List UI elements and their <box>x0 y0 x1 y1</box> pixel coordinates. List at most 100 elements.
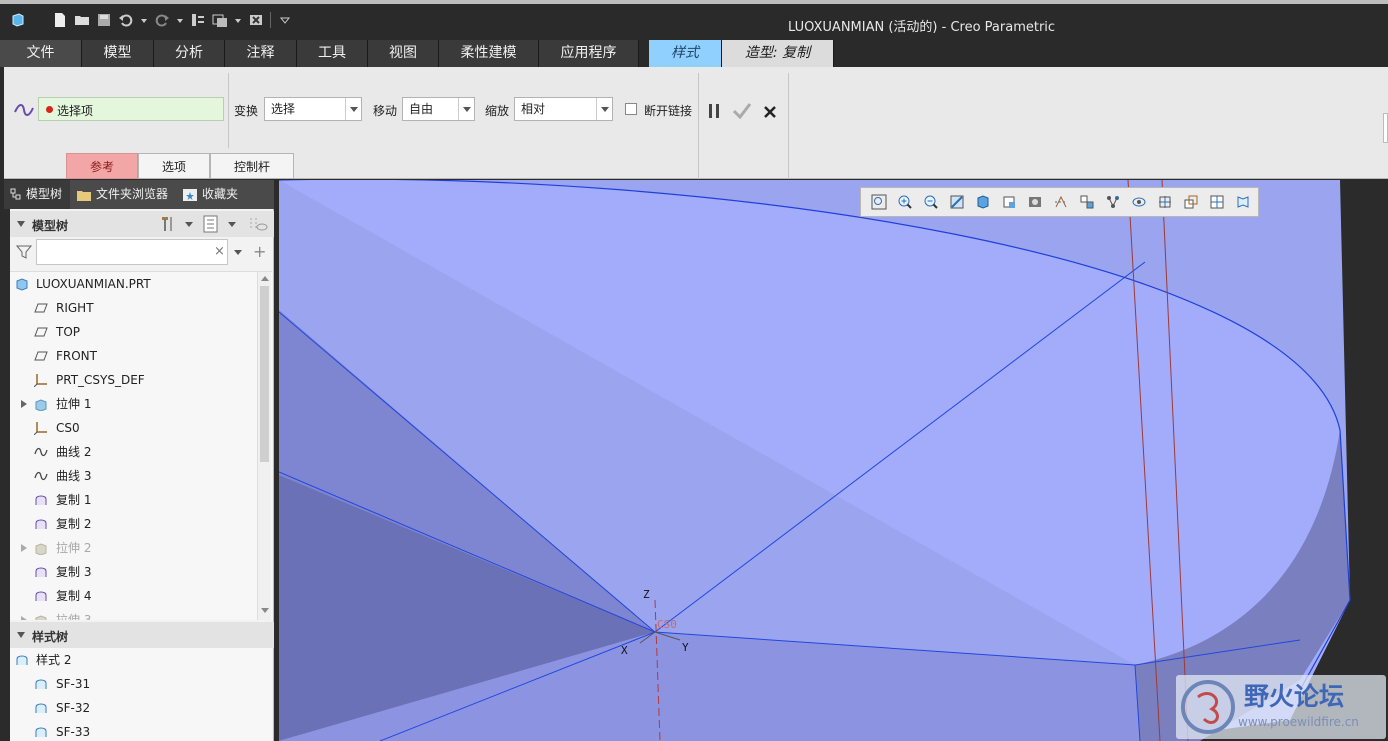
csys-display-icon[interactable] <box>1230 191 1256 213</box>
tab-file[interactable]: 文件 <box>0 40 82 67</box>
tree-scrollbar[interactable] <box>257 272 271 620</box>
expand-icon[interactable] <box>21 616 27 620</box>
customize-toolbar-icon[interactable] <box>277 12 293 28</box>
display-style-icon[interactable] <box>970 191 996 213</box>
hide-icon[interactable] <box>248 215 268 233</box>
pause-icon[interactable] <box>707 103 721 119</box>
list-item[interactable]: 样式 2 <box>10 648 256 672</box>
close-icon[interactable] <box>763 105 777 119</box>
filter-input[interactable]: × <box>36 239 228 265</box>
list-item[interactable]: SF-31 <box>10 672 256 696</box>
separator <box>228 73 229 148</box>
list-item[interactable]: SF-32 <box>10 696 256 720</box>
extrude-icon <box>35 399 47 411</box>
ribbon-panel: 选择项 变换 选择 移动 自由 缩放 相对 断开链接 参考 选项 控制杆 <box>4 67 1388 179</box>
move-select[interactable]: 自由 <box>402 97 475 121</box>
scroll-up-icon[interactable] <box>261 276 269 281</box>
view-manager-icon[interactable] <box>1022 191 1048 213</box>
chevron-down-icon[interactable] <box>185 222 193 227</box>
save-icon[interactable] <box>96 12 112 28</box>
undo-icon[interactable] <box>118 12 134 28</box>
show-list-icon[interactable] <box>203 215 219 233</box>
datum-plane-icon <box>34 303 48 313</box>
settings-tools-icon[interactable] <box>160 215 178 233</box>
tab-model-tree[interactable]: 模型树 <box>4 180 71 209</box>
list-item[interactable]: 复制 2 <box>10 512 256 536</box>
close-window-icon[interactable] <box>248 12 264 28</box>
tab-model[interactable]: 模型 <box>82 40 154 67</box>
check-icon[interactable] <box>732 102 752 120</box>
point-display-icon[interactable] <box>1204 191 1230 213</box>
subtab-options[interactable]: 选项 <box>138 153 210 179</box>
transform-select[interactable]: 选择 <box>264 97 362 121</box>
list-item[interactable]: RIGHT <box>10 296 256 320</box>
dropdown-arrow-icon[interactable] <box>234 12 242 28</box>
saved-orientations-icon[interactable] <box>996 191 1022 213</box>
list-item[interactable]: 拉伸 1 <box>10 392 256 416</box>
list-item[interactable]: SF-33 <box>10 720 256 741</box>
plane-display-icon[interactable] <box>1152 191 1178 213</box>
datum-display-icon[interactable] <box>1048 191 1074 213</box>
list-item[interactable]: 曲线 3 <box>10 464 256 488</box>
list-item[interactable]: CS0 <box>10 416 256 440</box>
dropdown-arrow-icon[interactable] <box>176 12 184 28</box>
scrollbar-thumb[interactable] <box>260 286 269 462</box>
extrude-icon <box>35 543 47 555</box>
collapse-icon[interactable] <box>17 632 25 638</box>
list-item[interactable]: 复制 3 <box>10 560 256 584</box>
refit-icon[interactable] <box>866 191 892 213</box>
tab-flexible-modeling[interactable]: 柔性建模 <box>439 40 539 67</box>
scroll-down-icon[interactable] <box>261 608 269 613</box>
scale-select[interactable]: 相对 <box>514 97 613 121</box>
dropdown-arrow-icon[interactable] <box>140 12 148 28</box>
list-item[interactable]: 拉伸 3 <box>10 608 256 620</box>
break-link-checkbox[interactable] <box>625 103 637 115</box>
expand-icon[interactable] <box>21 544 27 552</box>
zoom-out-icon[interactable] <box>918 191 944 213</box>
tab-annotate[interactable]: 注释 <box>225 40 297 67</box>
list-item[interactable]: PRT_CSYS_DEF <box>10 368 256 392</box>
chevron-down-icon[interactable] <box>234 250 242 255</box>
chevron-down-icon[interactable] <box>228 222 236 227</box>
list-item[interactable]: 曲线 2 <box>10 440 256 464</box>
list-item[interactable]: TOP <box>10 320 256 344</box>
zoom-in-icon[interactable] <box>892 191 918 213</box>
tab-analysis[interactable]: 分析 <box>154 40 225 67</box>
ribbon-scroll-handle[interactable] <box>1383 113 1388 143</box>
copy-surface-icon <box>35 495 47 505</box>
windows-icon[interactable] <box>212 12 228 28</box>
list-item[interactable]: 复制 1 <box>10 488 256 512</box>
tab-style-copy[interactable]: 造型: 复制 <box>722 40 834 67</box>
redo-icon[interactable] <box>154 12 170 28</box>
filter-icon[interactable] <box>16 244 32 260</box>
list-item[interactable]: FRONT <box>10 344 256 368</box>
tab-folder-browser[interactable]: 文件夹浏览器 <box>70 180 177 209</box>
collapse-icon[interactable] <box>17 221 25 227</box>
list-item[interactable]: 拉伸 2 <box>10 536 256 560</box>
open-folder-icon[interactable] <box>74 12 90 28</box>
model-geometry[interactable] <box>279 180 1388 741</box>
subtab-references[interactable]: 参考 <box>66 153 138 179</box>
annotation-display-icon[interactable] <box>1100 191 1126 213</box>
list-item[interactable]: LUOXUANMIAN.PRT <box>10 272 256 296</box>
tab-style[interactable]: 样式 <box>649 40 722 67</box>
tab-applications[interactable]: 应用程序 <box>539 40 639 67</box>
tab-tools[interactable]: 工具 <box>297 40 368 67</box>
tab-view[interactable]: 视图 <box>368 40 439 67</box>
subtab-control-bar[interactable]: 控制杆 <box>210 153 294 179</box>
list-item[interactable]: 复制 4 <box>10 584 256 608</box>
app-icon[interactable] <box>10 12 26 28</box>
regenerate-icon[interactable] <box>190 12 206 28</box>
clear-filter-icon[interactable]: × <box>214 244 225 259</box>
new-file-icon[interactable] <box>52 12 68 28</box>
axis-display-icon[interactable] <box>1178 191 1204 213</box>
expand-icon[interactable] <box>21 400 27 408</box>
graphics-viewport[interactable]: Z CS0 X Y <box>279 180 1388 741</box>
perspective-icon[interactable] <box>1126 191 1152 213</box>
part-icon <box>16 278 28 291</box>
selection-collector[interactable]: 选择项 <box>38 97 224 121</box>
add-filter-icon[interactable]: + <box>253 242 266 261</box>
tab-favorites[interactable]: 收藏夹 <box>176 180 247 209</box>
spin-center-icon[interactable] <box>1074 191 1100 213</box>
repaint-icon[interactable] <box>944 191 970 213</box>
